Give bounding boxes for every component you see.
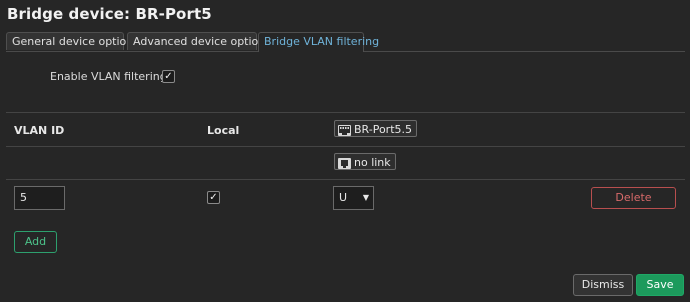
header-divider <box>6 146 685 147</box>
vlan-filtering-label: Enable VLAN filtering <box>50 70 167 83</box>
chevron-down-icon: ▼ <box>362 193 369 202</box>
table-top-divider <box>6 112 685 113</box>
vlan-id-column-header: VLAN ID <box>14 124 65 137</box>
port-name: BR-Port5.5 <box>354 123 413 136</box>
dismiss-button[interactable]: Dismiss <box>573 274 633 296</box>
tab-bar: General device options Advanced device o… <box>6 32 685 52</box>
ethernet-port-icon <box>338 124 351 136</box>
link-status-badge: no link <box>334 153 396 170</box>
port-tagging-select[interactable]: U ▼ <box>333 186 374 210</box>
save-button[interactable]: Save <box>636 274 684 296</box>
tab-advanced-device-options[interactable]: Advanced device options <box>127 32 271 50</box>
port-tagging-value: U <box>339 191 348 204</box>
dialog-title: Bridge device: BR-Port5 <box>7 5 212 23</box>
local-column-header: Local <box>207 124 240 137</box>
add-vlan-button[interactable]: Add <box>14 231 57 253</box>
delete-vlan-button[interactable]: Delete <box>591 187 676 209</box>
port-badge: BR-Port5.5 <box>334 120 418 137</box>
row-divider <box>6 179 685 180</box>
tab-general-device-options[interactable]: General device options <box>6 32 139 50</box>
vlan-filtering-option: Enable VLAN filtering <box>50 70 167 83</box>
vlan-filtering-checkbox[interactable]: ✓ <box>162 70 175 83</box>
tab-bridge-vlan-filtering[interactable]: Bridge VLAN filtering <box>258 32 379 52</box>
link-status-label: no link <box>354 156 391 169</box>
vlan-id-input[interactable]: 5 <box>14 186 65 210</box>
no-link-icon <box>338 157 351 169</box>
local-checkbox[interactable]: ✓ <box>207 191 220 204</box>
